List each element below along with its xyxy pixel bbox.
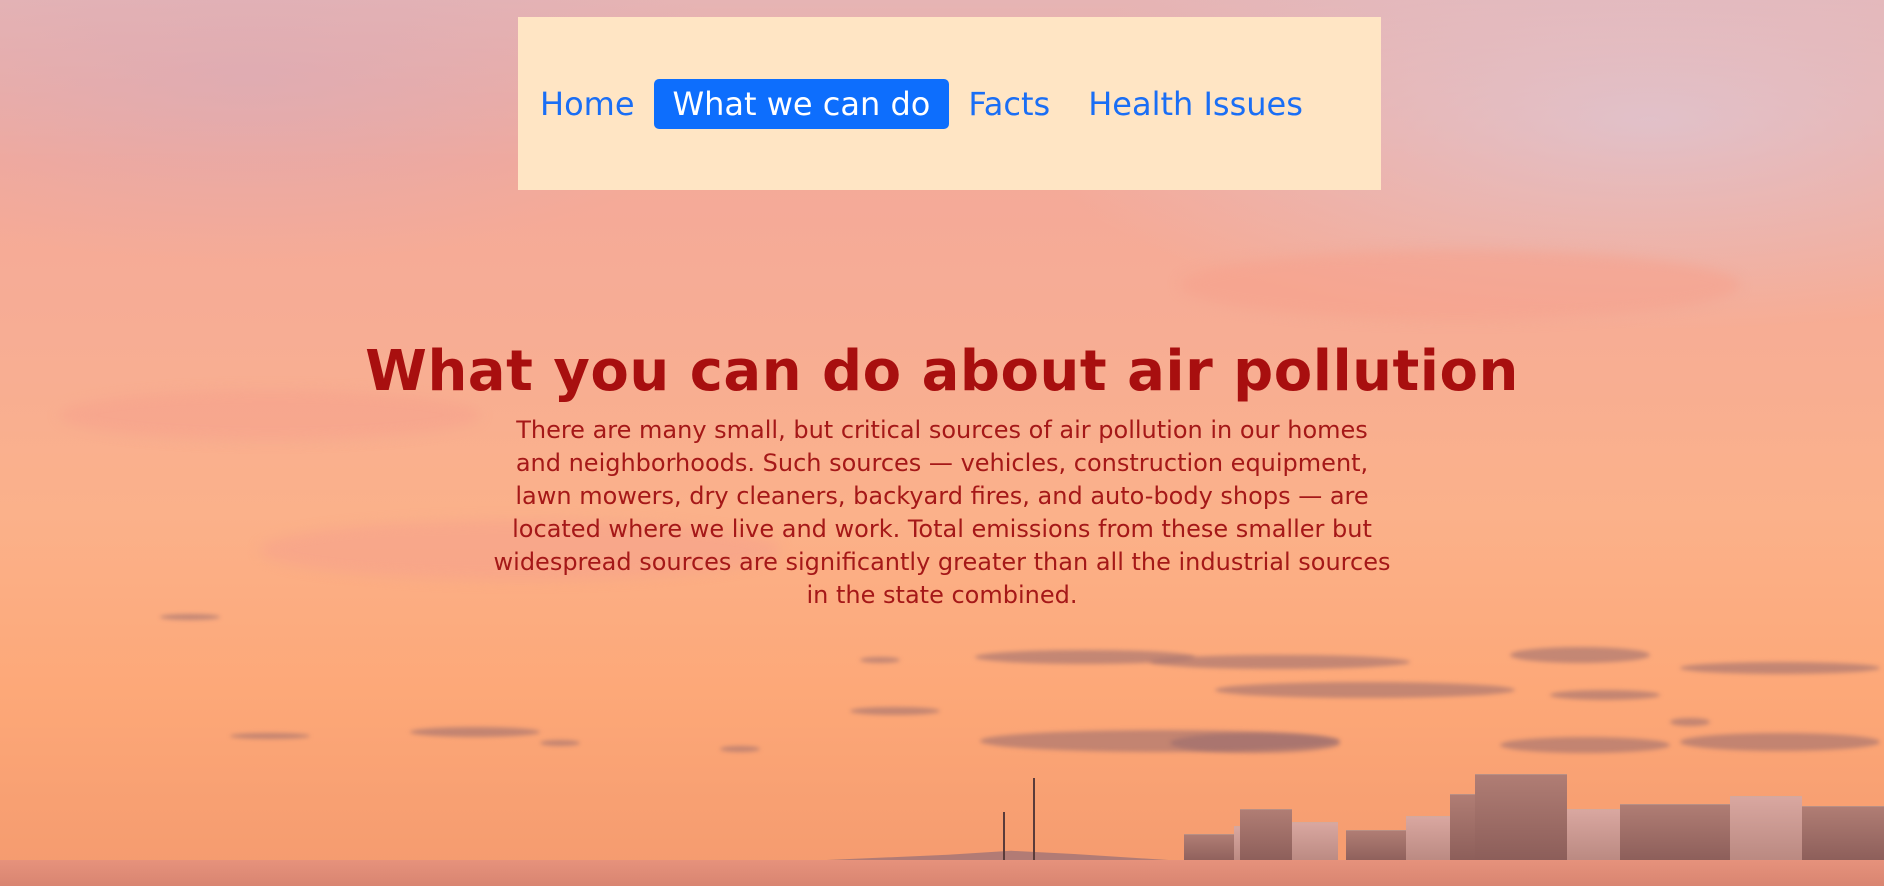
nav-link-what-we-can-do[interactable]: What we can do: [653, 79, 950, 129]
nav-list: Home What we can do Facts Health Issues: [540, 79, 1322, 129]
main-content: What you can do about air pollution Ther…: [0, 330, 1884, 612]
top-navbar: Home What we can do Facts Health Issues: [518, 17, 1381, 190]
intro-paragraph: There are many small, but critical sourc…: [493, 416, 1391, 609]
nav-item-home: Home: [540, 79, 654, 129]
page-title: What you can do about air pollution: [365, 339, 1519, 404]
nav-link-health-issues[interactable]: Health Issues: [1069, 79, 1322, 129]
nav-item-what-we-can-do: What we can do: [653, 79, 950, 129]
nav-link-facts[interactable]: Facts: [949, 79, 1069, 129]
nav-link-home[interactable]: Home: [540, 79, 654, 129]
nav-item-facts: Facts: [949, 79, 1069, 129]
nav-item-health-issues: Health Issues: [1069, 79, 1322, 129]
